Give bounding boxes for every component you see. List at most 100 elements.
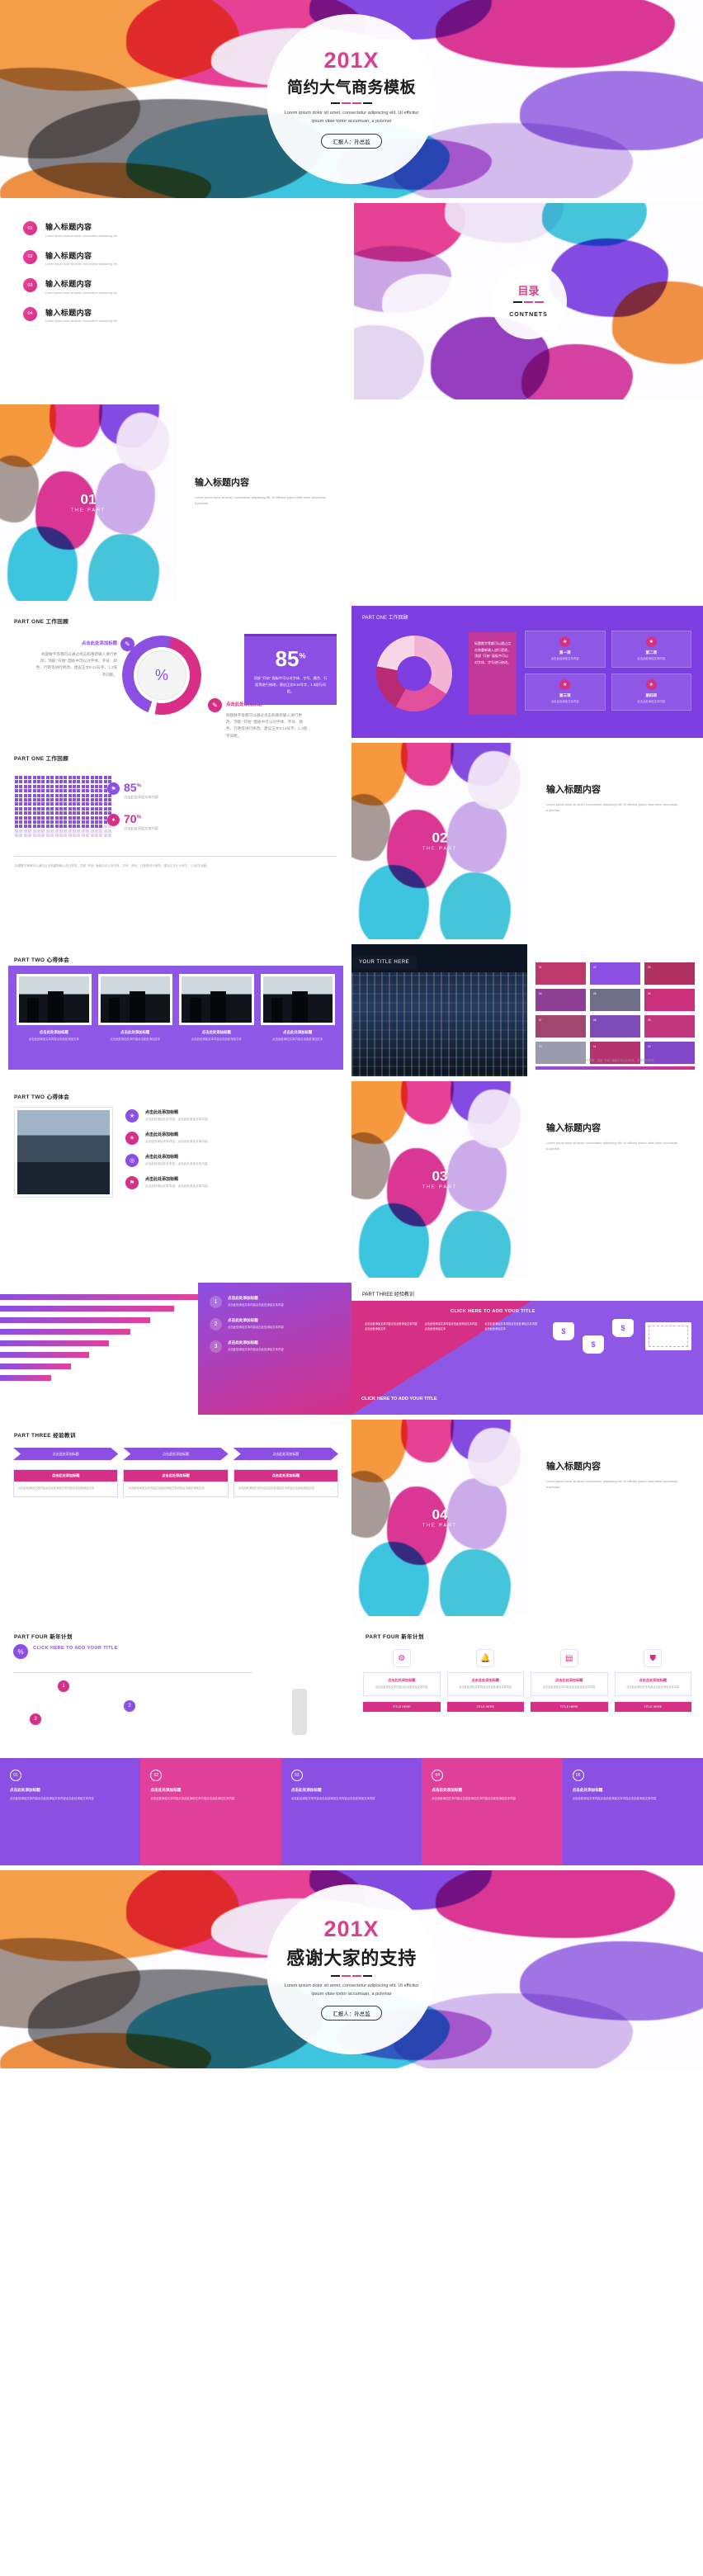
- list-item[interactable]: 03 输入标题内容 Lorem ipsum dolor sit amet, co…: [23, 278, 349, 295]
- column-number: 04: [432, 1770, 444, 1781]
- slide-plan-timeline[interactable]: PART FOUR 新年计划 % CLICK HERE TO ADD YOUR …: [0, 1621, 352, 1753]
- process-box[interactable]: 点击此处添加标题 点击此处添加文本内容点击此处添加文本内容点击此处添加文本: [123, 1469, 229, 1497]
- thanks-presenter-pill[interactable]: 汇报人：孙总监: [321, 2006, 382, 2021]
- slide-tower-list[interactable]: PART TWO 心得体会 ★ 点击此处添加标题 点击此处添加文本内容，点击此处…: [0, 1081, 352, 1213]
- card-desc: 点击此处添加文本内容点击此处添加文本内容: [542, 1685, 596, 1689]
- color-swatch[interactable]: 06: [644, 989, 695, 1011]
- slide-divider-03-text[interactable]: 输入标题内容 Lorem ipsum dolor sit amet, conse…: [528, 1081, 701, 1213]
- column-desc: 点击此处添加文本内容点击此处添加文本内容点击此处添加文本内容: [572, 1797, 657, 1800]
- photo-card[interactable]: 点击此处添加标题 点击此处添加文本内容点击此处添加文本: [260, 974, 335, 1061]
- tower-rows: ★ 点击此处添加标题 点击此处添加文本内容，点击此处添加文本内容。 ☀ 点击此处…: [125, 1109, 338, 1198]
- column[interactable]: 05 点击此处添加标题 点击此处添加文本内容点击此处添加文本内容点击此处添加文本…: [562, 1758, 703, 1865]
- slide-divider-02-text[interactable]: 输入标题内容 Lorem ipsum dolor sit amet, conse…: [528, 743, 701, 875]
- list-item[interactable]: 3 点击此处添加标题 点击此处添加文本内容点击此处添加文本内容: [210, 1340, 340, 1353]
- photo-band: 点击此处添加标题 点击此处添加文本内容点击此处添加文本 点击此处添加标题 点击此…: [8, 966, 343, 1070]
- card-button[interactable]: TITLE HERE: [531, 1701, 608, 1712]
- slide-color-swatches[interactable]: 01 02 03 04 05 06 07 08 09 10 11 12 标题数字等都可以通过点击和重新…: [527, 944, 703, 1076]
- contents-circle: 目录 CONTNETS: [490, 263, 567, 339]
- color-swatch[interactable]: 03: [644, 962, 695, 985]
- swatch-grid: 01 02 03 04 05 06 07 08 09 10 11 12: [536, 962, 695, 1064]
- card-desc: 点击此处添加文本内容: [637, 699, 666, 703]
- slide-cycle-diagram[interactable]: PART ONE 工作回顾 % ✎ 点击此处添加标题 标题数字等都可以通过点击和…: [0, 606, 352, 738]
- process-arrow[interactable]: 点击此处添加标题: [123, 1448, 228, 1460]
- card-body: 点击此处添加标题 点击此处添加文本内容点击此处添加文本内容: [614, 1672, 691, 1696]
- list-item[interactable]: ☀ 点击此处添加标题 点击此处添加文本内容，点击此处添加文本内容。: [125, 1132, 338, 1145]
- swatch-label: 10: [539, 1045, 542, 1048]
- slide-divider-01-text[interactable]: 输入标题内容 Lorem ipsum dolor sit amet, conse…: [177, 404, 349, 601]
- slide-divider-04-text[interactable]: 输入标题内容 Lorem ipsum dolor sit amet, conse…: [528, 1420, 701, 1552]
- slide-money[interactable]: PART THREE 经验教训 CLICK HERE TO ADD YOUR T…: [352, 1283, 703, 1415]
- card-desc: 点击此处添加文本内容: [637, 657, 666, 660]
- timeline-node[interactable]: 1: [58, 1680, 69, 1692]
- timeline-node[interactable]: 2: [124, 1700, 135, 1712]
- card-button[interactable]: TITLE HERE: [363, 1701, 441, 1712]
- photo-card[interactable]: 点击此处添加标题 点击此处添加文本内容点击此处添加文本: [179, 974, 254, 1061]
- legend-card[interactable]: ★ 第二项 点击此处添加文本内容: [611, 631, 691, 668]
- feature-card[interactable]: ⛊ 点击此处添加标题 点击此处添加文本内容点击此处添加文本内容 TITLE HE…: [614, 1649, 691, 1712]
- color-swatch[interactable]: 09: [644, 1015, 695, 1037]
- swatch-label: 09: [648, 1019, 651, 1022]
- column-title: 点击此处添加标题: [150, 1788, 182, 1792]
- timeline-node[interactable]: 3: [30, 1713, 41, 1725]
- item-desc: 点击此处添加文本内容，点击此处添加文本内容。: [145, 1140, 211, 1143]
- color-swatch[interactable]: 01: [536, 962, 586, 985]
- slide-divider-03-art[interactable]: 03 THE PART: [352, 1081, 528, 1278]
- legend-card[interactable]: ★ 第四项 点击此处添加文本内容: [611, 673, 691, 711]
- process-box[interactable]: 点击此处添加标题 点击此处添加文本内容点击此处添加文本内容点击此处添加文本: [233, 1469, 338, 1497]
- color-swatch[interactable]: 02: [590, 962, 640, 985]
- list-item[interactable]: 01 输入标题内容 Lorem ipsum dolor sit amet, co…: [23, 221, 349, 238]
- legend-card[interactable]: ★ 第一项 点击此处添加文本内容: [525, 631, 606, 668]
- color-swatch[interactable]: 08: [590, 1015, 640, 1037]
- list-item[interactable]: ◎ 点击此处添加标题 点击此处添加文本内容，点击此处添加文本内容。: [125, 1154, 338, 1167]
- pie-hole: [397, 656, 432, 691]
- process-arrow[interactable]: 点击此处添加标题: [13, 1448, 118, 1460]
- photo-card[interactable]: 点击此处添加标题 点击此处添加文本内容点击此处添加文本: [97, 974, 172, 1061]
- photo-card[interactable]: 点击此处添加标题 点击此处添加文本内容点击此处添加文本: [17, 974, 92, 1061]
- feature-card[interactable]: 🔔 点击此处添加标题 点击此处添加文本内容点击此处添加文本内容 TITLE HE…: [446, 1649, 524, 1712]
- list-item[interactable]: 2 点击此处添加标题 点击此处添加文本内容点击此处添加文本内容: [210, 1318, 340, 1331]
- slide-contents-cover[interactable]: 目录 CONTNETS: [354, 203, 703, 399]
- color-swatch[interactable]: 04: [536, 989, 586, 1011]
- list-item[interactable]: 04 输入标题内容 Lorem ipsum dolor sit amet, co…: [23, 306, 349, 323]
- slide-thank-you[interactable]: 201X 感谢大家的支持 Lorem ipsum dolor sit amet,…: [0, 1870, 703, 2068]
- slide-divider-02-art[interactable]: 02 THE PART: [352, 743, 528, 939]
- slide-cover[interactable]: 201X 简约大气商务模板 Lorem ipsum dolor sit amet…: [0, 0, 703, 198]
- slide-divider-01-art[interactable]: 01 THE PART: [0, 404, 177, 601]
- slide-four-cards[interactable]: PART FOUR 新年计划 ⚙ 点击此处添加标题 点击此处添加文本内容点击此处…: [352, 1621, 703, 1753]
- slide-header: PART TWO 心得体会: [14, 955, 69, 963]
- cycle-callout-left: 点击此处添加标题 标题数字等都可以通过点击和重新输入进行更改，顶部 "开始" 面…: [35, 640, 117, 678]
- slide-pink-columns[interactable]: 01 点击此处添加标题 点击此处添加文本内容点击此处添加文本内容点击此处添加文本…: [0, 1758, 703, 1865]
- money-title-top: CLICK HERE TO ADD YOUR TITLE: [451, 1309, 536, 1314]
- list-item[interactable]: 02 输入标题内容 Lorem ipsum dolor sit amet, co…: [23, 249, 349, 266]
- color-swatch[interactable]: 05: [590, 989, 640, 1011]
- card-button[interactable]: TITLE HERE: [614, 1701, 691, 1712]
- column[interactable]: 01 点击此处添加标题 点击此处添加文本内容点击此处添加文本内容点击此处添加文本…: [0, 1758, 141, 1865]
- color-swatch[interactable]: 07: [536, 1015, 586, 1037]
- column-title: 点击此处添加标题: [572, 1788, 603, 1792]
- card-button[interactable]: TITLE HERE: [446, 1701, 524, 1712]
- card-title: 第一项: [559, 650, 571, 655]
- slide-pie-chart[interactable]: PART ONE 工作回顾 标题数字等都可以通过点击和重新输入进行更改，顶部 "…: [352, 606, 703, 738]
- slide-arrow-process[interactable]: PART THREE 经验教训 点击此处添加标题 点击此处添加标题 点击此处添加…: [0, 1420, 352, 1552]
- feature-card[interactable]: ⚙ 点击此处添加标题 点击此处添加文本内容点击此处添加文本内容 TITLE HE…: [363, 1649, 441, 1712]
- column[interactable]: 02 点击此处添加标题 点击此处添加文本内容点击此处添加文本内容点击此处添加文本…: [140, 1758, 281, 1865]
- process-arrow[interactable]: 点击此处添加标题: [234, 1448, 338, 1460]
- column[interactable]: 04 点击此处添加标题 点击此处添加文本内容点击此处添加文本内容点击此处添加文本…: [422, 1758, 562, 1865]
- slide-row-part-four: PART FOUR 新年计划 % CLICK HERE TO ADD YOUR …: [0, 1621, 703, 1753]
- process-box[interactable]: 点击此处添加标题 点击此处添加文本内容点击此处添加文本内容点击此处添加文本: [13, 1469, 119, 1497]
- feature-card[interactable]: ▤ 点击此处添加标题 点击此处添加文本内容点击此处添加文本内容 TITLE HE…: [531, 1649, 608, 1712]
- money-columns: 点击此处添加文本内容点击此处添加文本内容点击此处添加文本 点击此处添加文本内容点…: [365, 1322, 538, 1332]
- list-item[interactable]: 1 点击此处添加标题 点击此处添加文本内容点击此处添加文本内容: [210, 1296, 340, 1308]
- slide-divider-04-art[interactable]: 04 THE PART: [352, 1420, 528, 1616]
- slide-gradient-bars[interactable]: 1 点击此处添加标题 点击此处添加文本内容点击此处添加文本内容 2 点击此处添加…: [0, 1283, 352, 1415]
- list-item[interactable]: ⚑ 点击此处添加标题 点击此处添加文本内容，点击此处添加文本内容。: [125, 1176, 338, 1189]
- legend-card[interactable]: ★ 第三项 点击此处添加文本内容: [525, 673, 606, 711]
- column[interactable]: 03 点击此处添加标题 点击此处添加文本内容点击此处添加文本内容点击此处添加文本…: [281, 1758, 422, 1865]
- list-item[interactable]: ★ 点击此处添加标题 点击此处添加文本内容，点击此处添加文本内容。: [125, 1109, 338, 1123]
- slide-photo-cards[interactable]: PART TWO 心得体会 点击此处添加标题 点击此处添加文本内容点击此处添加文…: [0, 944, 352, 1076]
- slide-dot-matrix[interactable]: PART ONE 工作回顾 ⚑ 85% 点击此处添加文本内容 ♦ 70% 点击此…: [0, 743, 352, 875]
- slide-night-city[interactable]: YOUR TITLE HERE: [352, 944, 527, 1076]
- cover-presenter-pill[interactable]: 汇报人：孙总监: [321, 133, 382, 149]
- slide-contents-list[interactable]: 01 输入标题内容 Lorem ipsum dolor sit amet, co…: [0, 203, 349, 399]
- slide-row-contents: 01 输入标题内容 Lorem ipsum dolor sit amet, co…: [0, 203, 703, 399]
